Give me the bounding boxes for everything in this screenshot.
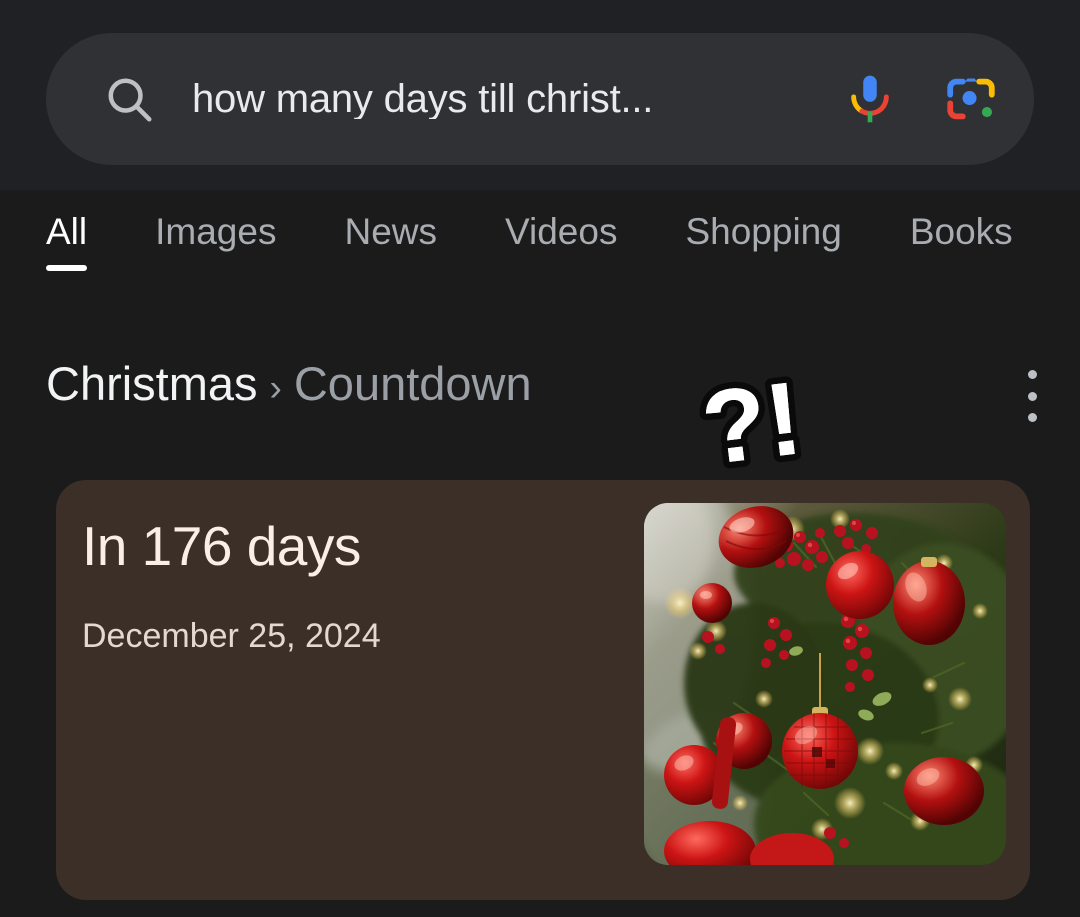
tab-books[interactable]: Books (909, 211, 1013, 271)
answer-headline: In 176 days (82, 515, 361, 577)
microphone-icon[interactable] (842, 71, 898, 127)
breadcrumb: Christmas › Countdown (46, 360, 532, 407)
tab-shopping-label: Shopping (685, 211, 842, 252)
search-tabs: All Images News Videos Shopping Books (0, 190, 1080, 298)
answer-date: December 25, 2024 (82, 616, 381, 655)
breadcrumb-row: Christmas › Countdown (46, 360, 1046, 440)
search-input[interactable]: how many days till christ... (192, 79, 842, 119)
more-dot (1027, 370, 1037, 379)
breadcrumb-separator-icon: › (269, 367, 282, 408)
tab-images-label: Images (155, 211, 277, 252)
tab-all-label: All (46, 211, 88, 252)
christmas-tree-thumbnail[interactable] (644, 503, 1006, 865)
tab-news-label: News (344, 211, 437, 252)
more-vert-icon[interactable] (1010, 368, 1054, 424)
tab-videos-label: Videos (505, 211, 618, 252)
tab-books-label: Books (909, 211, 1013, 252)
breadcrumb-secondary[interactable]: Countdown (294, 360, 532, 407)
search-header: how many days till christ... (0, 0, 1080, 190)
answer-text-block: In 176 days December 25, 2024 (82, 515, 622, 655)
more-dot (1027, 391, 1037, 401)
google-lens-icon[interactable] (942, 70, 1000, 128)
tab-shopping[interactable]: Shopping (685, 211, 842, 271)
tab-all[interactable]: All (46, 211, 88, 271)
breadcrumb-primary[interactable]: Christmas (46, 360, 258, 407)
tab-videos[interactable]: Videos (505, 211, 618, 271)
tab-news[interactable]: News (344, 211, 437, 271)
search-bar[interactable]: how many days till christ... (46, 33, 1034, 165)
search-icon (102, 72, 156, 126)
more-dot (1027, 413, 1037, 422)
tabs-row: All Images News Videos Shopping Books (46, 211, 1080, 271)
tab-images[interactable]: Images (155, 211, 277, 271)
countdown-answer-card[interactable]: In 176 days December 25, 2024 (56, 480, 1030, 900)
